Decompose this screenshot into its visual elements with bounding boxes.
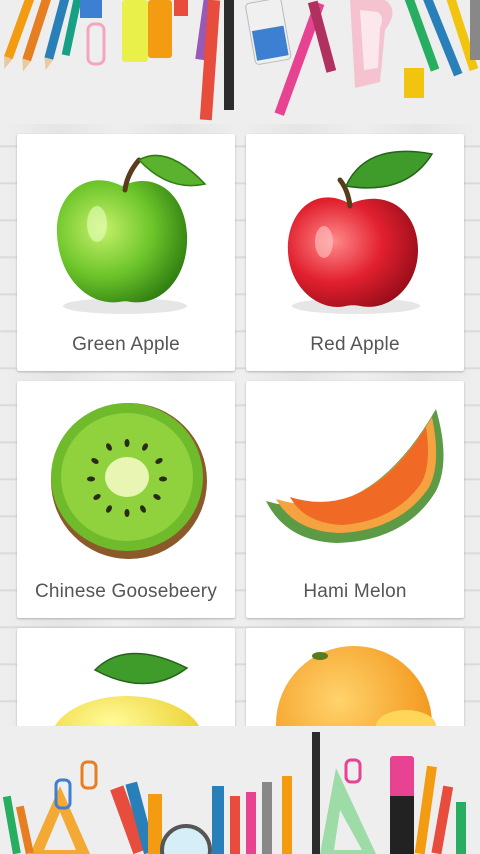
top-stationery-banner (0, 0, 480, 124)
fruit-name-label: Hami Melon (303, 581, 407, 602)
fruit-card-red-apple[interactable]: Red Apple (246, 134, 464, 371)
bottom-stationery-banner (0, 726, 480, 854)
fruit-name-label: Red Apple (310, 334, 400, 355)
fruit-card-orange[interactable] (246, 628, 464, 726)
kiwi-icon (51, 403, 207, 559)
fruit-name-label: Chinese Goosebeery (34, 581, 218, 602)
fruit-card-chinese-goosebeery[interactable]: Chinese Goosebeery (17, 381, 235, 618)
fruit-card-green-apple[interactable]: Green Apple (17, 134, 235, 371)
fruit-name-label: Green Apple (72, 334, 180, 355)
red-apple-icon (287, 150, 434, 314)
fruit-grid: Green Apple Red Apple Chinese Goosebeery… (0, 124, 480, 726)
lemon-icon (54, 652, 200, 726)
green-apple-icon (56, 154, 207, 314)
fruit-card-lemon[interactable] (17, 628, 235, 726)
orange-icon (276, 646, 436, 726)
melon-icon (266, 409, 444, 543)
fruit-card-hami-melon[interactable]: Hami Melon (246, 381, 464, 618)
